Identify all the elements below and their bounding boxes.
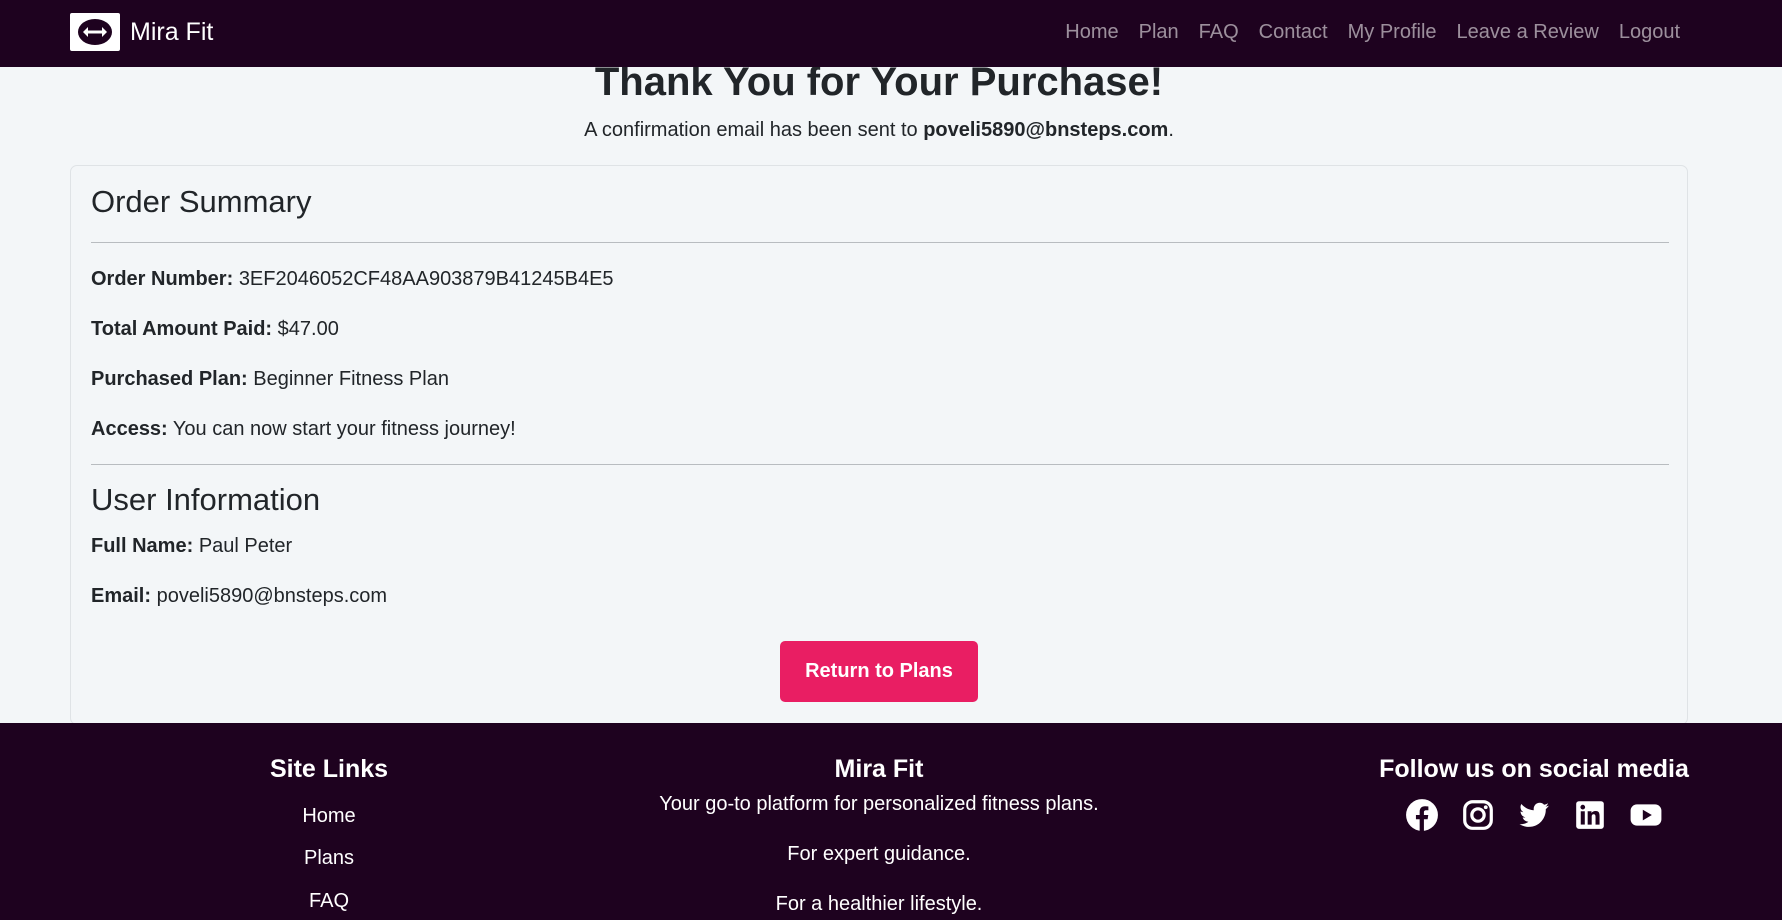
nav-home[interactable]: Home: [1065, 18, 1118, 46]
footer-tagline-3: For a healthier lifestyle.: [775, 893, 983, 915]
divider: [91, 242, 1669, 243]
linkedin-icon[interactable]: [1573, 798, 1607, 832]
order-number-row: Order Number: 3EF2046052CF48AA903879B412…: [91, 266, 614, 292]
brand[interactable]: Mira Fit: [70, 13, 213, 51]
social-heading: Follow us on social media: [1379, 755, 1689, 783]
footer-link-plans[interactable]: Plans: [229, 845, 429, 871]
footer-about: Mira Fit Your go-to platform for persona…: [629, 753, 1129, 917]
email-value: poveli5890@bnsteps.com: [156, 585, 388, 607]
order-number-label: Order Number:: [91, 268, 234, 290]
social-icons: [1364, 798, 1704, 832]
dumbbell-logo-icon: [70, 13, 120, 51]
full-name-row: Full Name: Paul Peter: [91, 533, 292, 559]
confirmation-message: A confirmation email has been sent to po…: [0, 117, 1758, 143]
divider: [91, 464, 1669, 465]
footer-tagline-2: For expert guidance.: [787, 843, 971, 865]
facebook-icon[interactable]: [1405, 798, 1439, 832]
order-card: Order Summary Order Number: 3EF2046052CF…: [70, 165, 1688, 725]
full-name-label: Full Name:: [91, 535, 194, 557]
top-navbar: Mira Fit Home Plan FAQ Contact My Profil…: [0, 0, 1782, 67]
full-name-value: Paul Peter: [198, 535, 293, 557]
twitter-icon[interactable]: [1517, 798, 1551, 832]
nav-leave-review[interactable]: Leave a Review: [1457, 18, 1599, 46]
footer: Site Links Home Plans FAQ Mira Fit Your …: [0, 723, 1782, 920]
site-links-heading: Site Links: [269, 755, 389, 783]
instagram-icon[interactable]: [1461, 798, 1495, 832]
order-number-value: 3EF2046052CF48AA903879B41245B4E5: [238, 268, 614, 290]
return-to-plans-button[interactable]: Return to Plans: [780, 641, 978, 702]
footer-tagline-1: Your go-to platform for personalized fit…: [659, 793, 1099, 815]
email-row: Email: poveli5890@bnsteps.com: [91, 583, 387, 609]
confirmation-suffix: .: [1168, 119, 1174, 141]
footer-brand-heading: Mira Fit: [834, 755, 924, 783]
access-row: Access: You can now start your fitness j…: [91, 416, 516, 442]
nav-my-profile[interactable]: My Profile: [1348, 18, 1437, 46]
purchased-plan-value: Beginner Fitness Plan: [253, 368, 449, 390]
total-paid-label: Total Amount Paid:: [91, 318, 273, 340]
footer-site-links: Site Links Home Plans FAQ: [229, 753, 429, 914]
access-label: Access:: [91, 418, 168, 440]
total-paid-value: $47.00: [277, 318, 339, 340]
footer-link-faq[interactable]: FAQ: [229, 888, 429, 914]
confirmation-prefix: A confirmation email has been sent to: [584, 119, 924, 141]
nav-links: Home Plan FAQ Contact My Profile Leave a…: [1065, 18, 1680, 46]
purchased-plan-label: Purchased Plan:: [91, 368, 248, 390]
footer-link-home[interactable]: Home: [229, 803, 429, 829]
access-value: You can now start your fitness journey!: [172, 418, 516, 440]
purchased-plan-row: Purchased Plan: Beginner Fitness Plan: [91, 366, 449, 392]
order-summary-heading: Order Summary: [91, 184, 312, 219]
nav-plan[interactable]: Plan: [1139, 18, 1179, 46]
youtube-icon[interactable]: [1629, 798, 1663, 832]
nav-contact[interactable]: Contact: [1259, 18, 1328, 46]
email-label: Email:: [91, 585, 152, 607]
user-information-heading: User Information: [91, 482, 321, 517]
footer-social: Follow us on social media: [1364, 753, 1704, 832]
brand-name: Mira Fit: [130, 18, 214, 46]
nav-logout[interactable]: Logout: [1619, 18, 1680, 46]
nav-faq[interactable]: FAQ: [1199, 18, 1239, 46]
total-paid-row: Total Amount Paid: $47.00: [91, 316, 339, 342]
confirmation-email: poveli5890@bnsteps.com: [923, 119, 1169, 141]
